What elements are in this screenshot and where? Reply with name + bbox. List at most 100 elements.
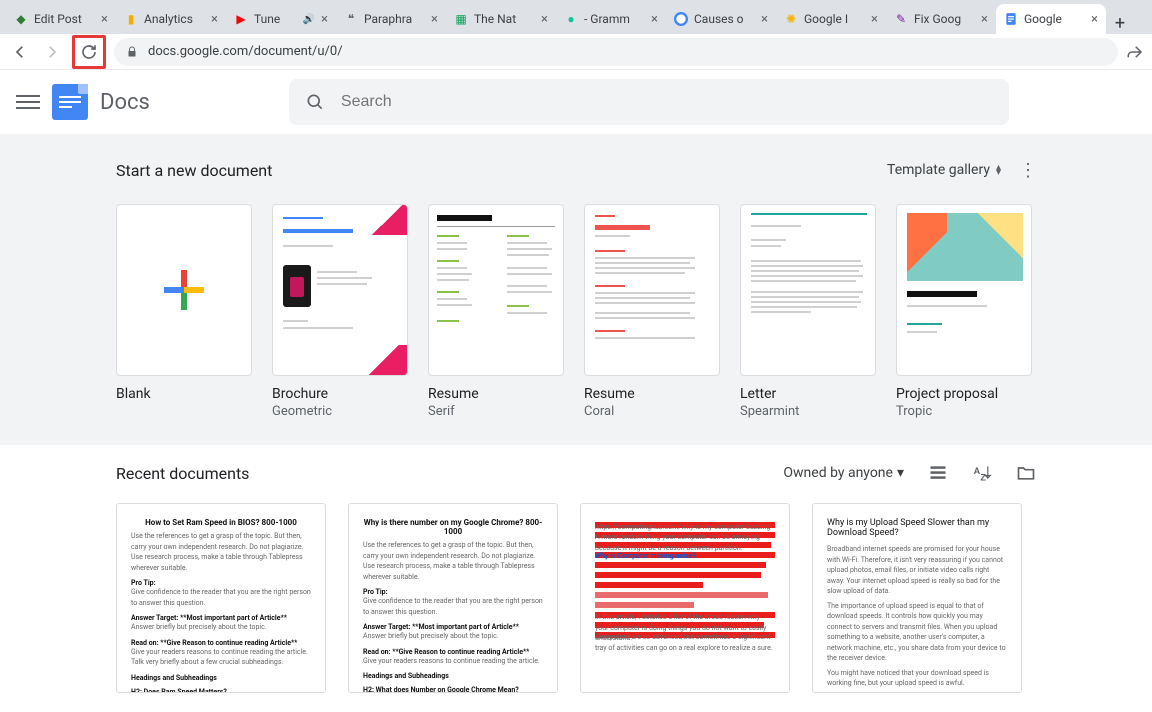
- favicon: ✎: [894, 12, 908, 26]
- template-title: Brochure: [272, 386, 408, 402]
- template-title: Blank: [116, 386, 252, 402]
- close-icon[interactable]: ×: [541, 12, 548, 27]
- tab-title: Google: [1024, 12, 1085, 26]
- favicon: ✺: [784, 12, 798, 26]
- close-icon[interactable]: ×: [871, 12, 878, 27]
- lock-icon: [126, 45, 138, 59]
- template-card-brochure[interactable]: Brochure Geometric: [272, 204, 408, 419]
- url-box[interactable]: docs.google.com/document/u/0/: [114, 38, 1118, 66]
- template-thumb: [740, 204, 876, 376]
- template-subtitle: Tropic: [896, 404, 1032, 419]
- template-thumb: [272, 204, 408, 376]
- template-card-resume-serif[interactable]: Resume Serif: [428, 204, 564, 419]
- owned-by-label: Owned by anyone: [783, 465, 893, 481]
- tab-title: - Gramm: [584, 12, 645, 26]
- browser-tab[interactable]: ✎ Fix Goog ×: [886, 4, 996, 34]
- template-row: Blank Brochu: [116, 204, 1036, 419]
- search-icon: [305, 92, 325, 112]
- tab-title: Tune: [254, 12, 297, 26]
- recent-doc-card[interactable]: Why is there number on my Google Chrome?…: [348, 503, 558, 693]
- template-title: Resume: [428, 386, 564, 402]
- close-icon[interactable]: ×: [761, 12, 768, 27]
- template-subtitle: Coral: [584, 404, 720, 419]
- audio-icon[interactable]: 🔊: [303, 14, 315, 25]
- template-title: Letter: [740, 386, 876, 402]
- template-thumb: [584, 204, 720, 376]
- close-icon[interactable]: ×: [1091, 12, 1098, 27]
- share-icon[interactable]: [1126, 43, 1144, 61]
- recent-heading: Recent documents: [116, 464, 249, 483]
- owned-by-filter[interactable]: Owned by anyone ▾: [783, 465, 904, 481]
- url-text: docs.google.com/document/u/0/: [148, 44, 343, 59]
- more-options-button[interactable]: ⋮: [1019, 160, 1036, 181]
- browser-tab[interactable]: Causes o ×: [666, 4, 776, 34]
- templates-section: Start a new document Template gallery ▴▾…: [0, 134, 1152, 445]
- browser-tab[interactable]: ▮ Analytics ×: [116, 4, 226, 34]
- template-card-blank[interactable]: Blank: [116, 204, 252, 419]
- search-box[interactable]: [289, 79, 1009, 125]
- recent-doc-card[interactable]: How to Set Ram Speed in BIOS? 800-1000 U…: [116, 503, 326, 693]
- list-view-icon[interactable]: [928, 463, 948, 483]
- nav-back-button[interactable]: [8, 40, 32, 64]
- docs-logo-icon[interactable]: [52, 84, 88, 120]
- app-name: Docs: [100, 90, 150, 115]
- recent-thumb: Why is there number on my Google Chrome?…: [348, 503, 558, 693]
- template-gallery-button[interactable]: Template gallery ▴▾: [887, 162, 1001, 178]
- doc-preview-title: Why is there number on my Google Chrome?…: [363, 518, 543, 536]
- favicon: ◆: [14, 12, 28, 26]
- template-title: Project proposal: [896, 386, 1032, 402]
- plus-icon: [164, 270, 204, 310]
- sort-icon[interactable]: AZ: [972, 463, 992, 483]
- browser-tab[interactable]: ● - Gramm ×: [556, 4, 666, 34]
- browser-tab[interactable]: ◆ Edit Post ×: [6, 4, 116, 34]
- nav-reload-button[interactable]: [77, 40, 101, 64]
- template-thumb: [896, 204, 1032, 376]
- main-menu-button[interactable]: [16, 90, 40, 114]
- reload-highlight-box: [72, 35, 106, 69]
- recent-thumb: Why is my Upload Speed Slower than my Do…: [812, 503, 1022, 693]
- favicon: ▮: [124, 12, 138, 26]
- favicon: ●: [564, 12, 578, 26]
- recent-doc-card[interactable]: Why is my Upload Speed Slower than my Do…: [812, 503, 1022, 693]
- close-icon[interactable]: ×: [981, 12, 988, 27]
- favicon: [1004, 12, 1018, 26]
- recent-section: Recent documents Owned by anyone ▾ AZ: [0, 445, 1152, 711]
- favicon: ▶: [234, 12, 248, 26]
- tab-title: The Nat: [474, 12, 535, 26]
- doc-preview-title: How to Set Ram Speed in BIOS? 800-1000: [131, 518, 311, 527]
- browser-tab[interactable]: ✺ Google I ×: [776, 4, 886, 34]
- browser-tab[interactable]: ❝ Paraphra ×: [336, 4, 446, 34]
- template-gallery-label: Template gallery: [887, 162, 990, 178]
- browser-tab[interactable]: ▶ Tune 🔊 ×: [226, 4, 336, 34]
- template-card-proposal[interactable]: Project proposal Tropic: [896, 204, 1032, 419]
- template-subtitle: Spearmint: [740, 404, 876, 419]
- close-icon[interactable]: ×: [321, 12, 328, 27]
- close-icon[interactable]: ×: [211, 12, 218, 27]
- tab-title: Edit Post: [34, 12, 95, 26]
- chevron-down-icon: ▾: [897, 465, 904, 481]
- favicon: ❝: [344, 12, 358, 26]
- nav-forward-button: [40, 40, 64, 64]
- browser-tab-active[interactable]: Google ×: [996, 4, 1106, 34]
- template-card-letter[interactable]: Letter Spearmint: [740, 204, 876, 419]
- close-icon[interactable]: ×: [651, 12, 658, 27]
- recent-thumb: https://computinghub.com/why-is-my-compu…: [580, 503, 790, 693]
- browser-tab-strip: ◆ Edit Post × ▮ Analytics × ▶ Tune 🔊 × ❝…: [0, 0, 1152, 34]
- search-input[interactable]: [341, 93, 993, 111]
- new-tab-button[interactable]: +: [1106, 13, 1134, 34]
- recent-row: How to Set Ram Speed in BIOS? 800-1000 U…: [116, 503, 1036, 693]
- template-subtitle: Serif: [428, 404, 564, 419]
- folder-icon[interactable]: [1016, 463, 1036, 483]
- template-thumb: [116, 204, 252, 376]
- docs-header: Docs: [0, 70, 1152, 134]
- tab-title: Paraphra: [364, 12, 425, 26]
- recent-doc-card[interactable]: https://computinghub.com/why-is-my-compu…: [580, 503, 790, 693]
- template-title: Resume: [584, 386, 720, 402]
- svg-text:Z: Z: [980, 473, 986, 483]
- browser-tab[interactable]: ▦ The Nat ×: [446, 4, 556, 34]
- favicon: ▦: [454, 12, 468, 26]
- tab-title: Analytics: [144, 12, 205, 26]
- close-icon[interactable]: ×: [101, 12, 108, 27]
- template-card-resume-coral[interactable]: Resume Coral: [584, 204, 720, 419]
- close-icon[interactable]: ×: [431, 12, 438, 27]
